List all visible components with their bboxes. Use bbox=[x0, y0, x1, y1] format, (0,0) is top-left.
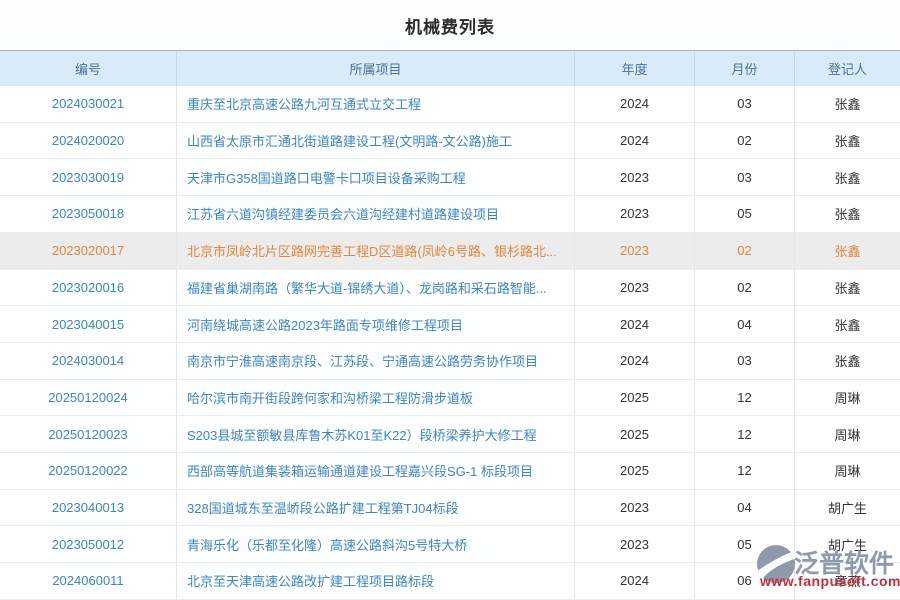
record-id-link[interactable]: 2023030019 bbox=[0, 159, 177, 195]
registrant-value: 张鑫 bbox=[795, 196, 900, 232]
registrant-value: 章燕 bbox=[795, 563, 900, 599]
table-row[interactable]: 2023030019 天津市G358国道路口电警卡口项目设备采购工程 2023 … bbox=[0, 159, 900, 196]
project-name-link[interactable]: 河南绕城高速公路2023年路面专项维修工程项目 bbox=[177, 306, 575, 342]
project-name-link[interactable]: 重庆至北京高速公路九河互通式立交工程 bbox=[177, 86, 575, 122]
month-value: 06 bbox=[695, 563, 795, 599]
month-value: 12 bbox=[695, 380, 795, 416]
machinery-fee-table: 编号 所属项目 年度 月份 登记人 2024030021 重庆至北京高速公路九河… bbox=[0, 50, 900, 600]
year-value: 2025 bbox=[575, 453, 695, 489]
registrant-value: 周琳 bbox=[795, 380, 900, 416]
table-row[interactable]: 2024060011 北京至天津高速公路改扩建工程项目路标段 2024 06 章… bbox=[0, 563, 900, 600]
record-id-link[interactable]: 2023020017 bbox=[0, 233, 177, 269]
project-name-link[interactable]: 青海乐化（乐都至化隆）高速公路斜沟5号特大桥 bbox=[177, 526, 575, 562]
table-row[interactable]: 2023040015 河南绕城高速公路2023年路面专项维修工程项目 2024 … bbox=[0, 306, 900, 343]
table-row[interactable]: 2023050012 青海乐化（乐都至化隆）高速公路斜沟5号特大桥 2023 0… bbox=[0, 526, 900, 563]
month-value: 05 bbox=[695, 196, 795, 232]
column-header-registrant[interactable]: 登记人 bbox=[795, 51, 900, 86]
table-row[interactable]: 2024020020 山西省太原市汇通北街道路建设工程(文明路-文公路)施工 2… bbox=[0, 123, 900, 160]
record-id-link[interactable]: 20250120022 bbox=[0, 453, 177, 489]
month-value: 05 bbox=[695, 526, 795, 562]
registrant-value: 张鑫 bbox=[795, 343, 900, 379]
project-name-link[interactable]: S203县城至额敏县库鲁木苏K01至K22）段桥梁养护大修工程 bbox=[177, 416, 575, 452]
year-value: 2023 bbox=[575, 233, 695, 269]
month-value: 04 bbox=[695, 306, 795, 342]
year-value: 2023 bbox=[575, 270, 695, 306]
registrant-value: 张鑫 bbox=[795, 86, 900, 122]
month-value: 12 bbox=[695, 416, 795, 452]
registrant-value: 张鑫 bbox=[795, 306, 900, 342]
month-value: 04 bbox=[695, 490, 795, 526]
record-id-link[interactable]: 2023040013 bbox=[0, 490, 177, 526]
record-id-link[interactable]: 2024020020 bbox=[0, 123, 177, 159]
project-name-link[interactable]: 天津市G358国道路口电警卡口项目设备采购工程 bbox=[177, 159, 575, 195]
registrant-value: 张鑫 bbox=[795, 270, 900, 306]
table-row[interactable]: 20250120022 西部高等航道集装箱运输通道建设工程嘉兴段SG-1 标段项… bbox=[0, 453, 900, 490]
year-value: 2023 bbox=[575, 526, 695, 562]
year-value: 2025 bbox=[575, 416, 695, 452]
year-value: 2024 bbox=[575, 123, 695, 159]
table-row[interactable]: 2023020016 福建省巢湖南路（繁华大道-锦绣大道）、龙岗路和采石路智能.… bbox=[0, 270, 900, 307]
year-value: 2025 bbox=[575, 380, 695, 416]
year-value: 2023 bbox=[575, 196, 695, 232]
registrant-value: 张鑫 bbox=[795, 233, 900, 269]
record-id-link[interactable]: 2024030021 bbox=[0, 86, 177, 122]
month-value: 03 bbox=[695, 86, 795, 122]
project-name-link[interactable]: 北京至天津高速公路改扩建工程项目路标段 bbox=[177, 563, 575, 599]
year-value: 2024 bbox=[575, 563, 695, 599]
month-value: 03 bbox=[695, 159, 795, 195]
table-row[interactable]: 2023020017 北京市凤岭北片区路网完善工程D区道路(凤岭6号路、银杉路北… bbox=[0, 233, 900, 270]
project-name-link[interactable]: 北京市凤岭北片区路网完善工程D区道路(凤岭6号路、银杉路北... bbox=[177, 233, 575, 269]
record-id-link[interactable]: 2024030014 bbox=[0, 343, 177, 379]
table-row[interactable]: 2024030021 重庆至北京高速公路九河互通式立交工程 2024 03 张鑫 bbox=[0, 86, 900, 123]
month-value: 03 bbox=[695, 343, 795, 379]
record-id-link[interactable]: 2023040015 bbox=[0, 306, 177, 342]
year-value: 2024 bbox=[575, 86, 695, 122]
record-id-link[interactable]: 2024060011 bbox=[0, 563, 177, 599]
project-name-link[interactable]: 江苏省六道沟镇经建委员会六道沟经建村道路建设项目 bbox=[177, 196, 575, 232]
record-id-link[interactable]: 2023050012 bbox=[0, 526, 177, 562]
record-id-link[interactable]: 2023050018 bbox=[0, 196, 177, 232]
registrant-value: 胡广生 bbox=[795, 490, 900, 526]
project-name-link[interactable]: 福建省巢湖南路（繁华大道-锦绣大道）、龙岗路和采石路智能... bbox=[177, 270, 575, 306]
column-header-month[interactable]: 月份 bbox=[695, 51, 795, 86]
month-value: 02 bbox=[695, 270, 795, 306]
registrant-value: 周琳 bbox=[795, 453, 900, 489]
record-id-link[interactable]: 2023020016 bbox=[0, 270, 177, 306]
registrant-value: 张鑫 bbox=[795, 159, 900, 195]
project-name-link[interactable]: 南京市宁淮高速南京段、江苏段、宁通高速公路劳务协作项目 bbox=[177, 343, 575, 379]
project-name-link[interactable]: 西部高等航道集装箱运输通道建设工程嘉兴段SG-1 标段项目 bbox=[177, 453, 575, 489]
year-value: 2024 bbox=[575, 343, 695, 379]
record-id-link[interactable]: 20250120023 bbox=[0, 416, 177, 452]
table-row[interactable]: 2024030014 南京市宁淮高速南京段、江苏段、宁通高速公路劳务协作项目 2… bbox=[0, 343, 900, 380]
table-body: 2024030021 重庆至北京高速公路九河互通式立交工程 2024 03 张鑫… bbox=[0, 86, 900, 600]
project-name-link[interactable]: 山西省太原市汇通北街道路建设工程(文明路-文公路)施工 bbox=[177, 123, 575, 159]
year-value: 2023 bbox=[575, 159, 695, 195]
column-header-id[interactable]: 编号 bbox=[0, 51, 177, 86]
month-value: 02 bbox=[695, 233, 795, 269]
project-name-link[interactable]: 328国道城东至温峤段公路扩建工程第TJ04标段 bbox=[177, 490, 575, 526]
table-row[interactable]: 2023050018 江苏省六道沟镇经建委员会六道沟经建村道路建设项目 2023… bbox=[0, 196, 900, 233]
month-value: 02 bbox=[695, 123, 795, 159]
registrant-value: 周琳 bbox=[795, 416, 900, 452]
record-id-link[interactable]: 20250120024 bbox=[0, 380, 177, 416]
registrant-value: 张鑫 bbox=[795, 123, 900, 159]
page-title: 机械费列表 bbox=[0, 0, 900, 50]
month-value: 12 bbox=[695, 453, 795, 489]
year-value: 2024 bbox=[575, 306, 695, 342]
column-header-year[interactable]: 年度 bbox=[575, 51, 695, 86]
registrant-value: 胡广生 bbox=[795, 526, 900, 562]
table-row[interactable]: 20250120023 S203县城至额敏县库鲁木苏K01至K22）段桥梁养护大… bbox=[0, 416, 900, 453]
table-header-row: 编号 所属项目 年度 月份 登记人 bbox=[0, 50, 900, 86]
table-row[interactable]: 20250120024 哈尔滨市南开街段跨何家和沟桥梁工程防滑步道板 2025 … bbox=[0, 380, 900, 417]
project-name-link[interactable]: 哈尔滨市南开街段跨何家和沟桥梁工程防滑步道板 bbox=[177, 380, 575, 416]
year-value: 2023 bbox=[575, 490, 695, 526]
column-header-project[interactable]: 所属项目 bbox=[177, 51, 575, 86]
table-row[interactable]: 2023040013 328国道城东至温峤段公路扩建工程第TJ04标段 2023… bbox=[0, 490, 900, 527]
